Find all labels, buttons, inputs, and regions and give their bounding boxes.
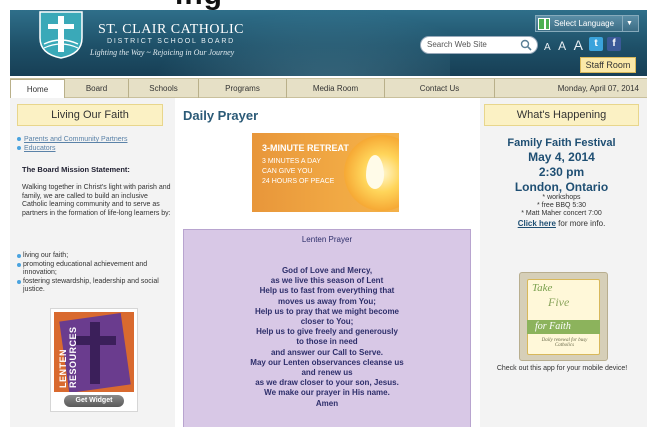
lenten-resources-image[interactable]: LENTEN RESOURCES xyxy=(54,312,134,392)
parents-community-link[interactable]: Parents and Community Partners xyxy=(17,136,128,143)
prayer-line: as we draw closer to your son, Jesus. xyxy=(255,378,399,388)
prayer-line: moves us away from You; xyxy=(278,296,376,306)
school-board-logo-icon[interactable] xyxy=(36,8,86,60)
nav-schools[interactable]: Schools xyxy=(129,79,199,98)
current-date: Monday, April 07, 2014 xyxy=(557,84,639,93)
event-place: London, Ontario xyxy=(514,180,609,194)
candle-flame-icon xyxy=(366,155,384,189)
event-time: 2:30 pm xyxy=(538,165,585,179)
mission-list-item: promoting educational achievement and in… xyxy=(17,261,172,278)
prayer-line: Amen xyxy=(315,398,339,408)
nav-board[interactable]: Board xyxy=(65,79,129,98)
retreat-title: 3-MINUTE RETREAT xyxy=(262,143,349,153)
main-nav: Home Board Schools Programs Media Room C… xyxy=(10,78,647,99)
event-detail: * free BBQ 5:30 xyxy=(536,202,587,209)
nav-contact-us[interactable]: Contact Us xyxy=(385,79,495,98)
app-title-line: Take xyxy=(532,282,553,294)
mission-statement: Walking together in Christ's light with … xyxy=(22,184,171,217)
cross-bar xyxy=(76,336,116,345)
select-language-label: Select Language xyxy=(554,19,615,28)
brand-tagline: Lighting the Way ~ Rejoicing in Our Jour… xyxy=(90,48,235,57)
facebook-icon[interactable]: f xyxy=(607,37,621,51)
mission-list: living our faith; promoting educational … xyxy=(17,252,172,295)
event-date: May 4, 2014 xyxy=(528,150,595,164)
app-title-line: for Faith xyxy=(535,321,571,332)
whats-happening-heading: What's Happening xyxy=(484,104,639,126)
get-widget-button[interactable]: Get Widget xyxy=(64,395,124,407)
prayer-line: Help us to pray that we might become xyxy=(254,306,400,316)
prayer-line: May our Lenten observances cleanse us xyxy=(250,357,404,367)
nav-home[interactable]: Home xyxy=(10,79,65,99)
brand-name: ST. CLAIR CATHOLIC xyxy=(98,22,245,37)
mission-list-item: fostering stewardship, leadership and so… xyxy=(17,278,172,295)
prayer-line: to those in need xyxy=(296,337,358,347)
prayer-line: and answer our Call to Serve. xyxy=(270,347,384,357)
lenten-prayer-text: God of Love and Mercy, as we live this s… xyxy=(183,266,471,409)
educators-link-text[interactable]: Educators xyxy=(24,145,56,152)
lenten-resources-text: LENTEN RESOURCES xyxy=(58,326,78,388)
parents-community-link-text[interactable]: Parents and Community Partners xyxy=(24,136,128,143)
retreat-line: 24 HOURS OF PEACE xyxy=(262,178,335,185)
app-note: Check out this app for your mobile devic… xyxy=(496,365,628,372)
living-our-faith-heading: Living Our Faith xyxy=(17,104,163,126)
click-here-link[interactable]: Click here xyxy=(518,219,556,228)
retreat-line: 3 MINUTES A DAY xyxy=(262,158,321,165)
prayer-line: and renew us xyxy=(301,368,353,378)
prayer-line: Help us to fast from everything that xyxy=(259,286,395,296)
text-size-controls: A A A xyxy=(544,37,586,55)
mission-list-item: living our faith; xyxy=(17,252,172,261)
search-icon[interactable] xyxy=(520,39,532,51)
event-detail: * workshops xyxy=(542,194,581,201)
nav-programs[interactable]: Programs xyxy=(199,79,287,98)
prayer-line: closer to You; xyxy=(300,317,354,327)
nav-media-room[interactable]: Media Room xyxy=(287,79,385,98)
educators-link[interactable]: Educators xyxy=(17,145,56,152)
event-announcement: Family Faith Festival May 4, 2014 2:30 p… xyxy=(484,137,639,228)
twitter-icon[interactable]: t xyxy=(589,37,603,51)
prayer-line: God of Love and Mercy, xyxy=(281,266,373,275)
search-input[interactable]: Search Web Site xyxy=(420,36,538,54)
bullet-icon xyxy=(17,146,21,151)
brand-subtitle: DISTRICT SCHOOL BOARD xyxy=(107,38,236,45)
language-flag-icon xyxy=(538,18,550,30)
daily-prayer-heading: Daily Prayer xyxy=(183,108,259,123)
text-size-large-button[interactable]: A xyxy=(574,37,583,53)
more-info-text: for more info. xyxy=(555,219,606,228)
app-caption: Daily renewal for busy Catholics xyxy=(541,338,588,348)
text-size-small-button[interactable]: A xyxy=(544,42,551,53)
prayer-line: as we live this season of Lent xyxy=(270,276,384,286)
chevron-down-icon: ▼ xyxy=(622,16,636,31)
prayer-line: Help us to give freely and generously xyxy=(256,327,398,337)
retreat-line: CAN GIVE YOU xyxy=(262,168,313,175)
bullet-icon xyxy=(17,137,21,142)
event-detail: * Matt Maher concert 7:00 xyxy=(521,210,602,217)
cross-icon xyxy=(90,322,100,384)
staff-room-button[interactable]: Staff Room xyxy=(580,57,636,73)
select-language-dropdown[interactable]: Select Language ▼ xyxy=(535,15,639,32)
prayer-line: We make our prayer in His name. xyxy=(264,388,390,398)
lenten-prayer-title: Lenten Prayer xyxy=(301,235,353,244)
cropped-page-heading: ing xyxy=(0,0,647,10)
three-minute-retreat-banner[interactable]: 3-MINUTE RETREAT 3 MINUTES A DAY CAN GIV… xyxy=(252,133,399,212)
event-name: Family Faith Festival xyxy=(507,137,616,149)
text-size-medium-button[interactable]: A xyxy=(558,39,566,53)
cropped-heading-text: ing xyxy=(175,0,223,10)
app-title-line: Five xyxy=(548,295,570,309)
more-info-line: Click here for more info. xyxy=(484,219,639,228)
mission-heading: The Board Mission Statement: xyxy=(22,165,130,174)
search-placeholder: Search Web Site xyxy=(427,40,487,49)
